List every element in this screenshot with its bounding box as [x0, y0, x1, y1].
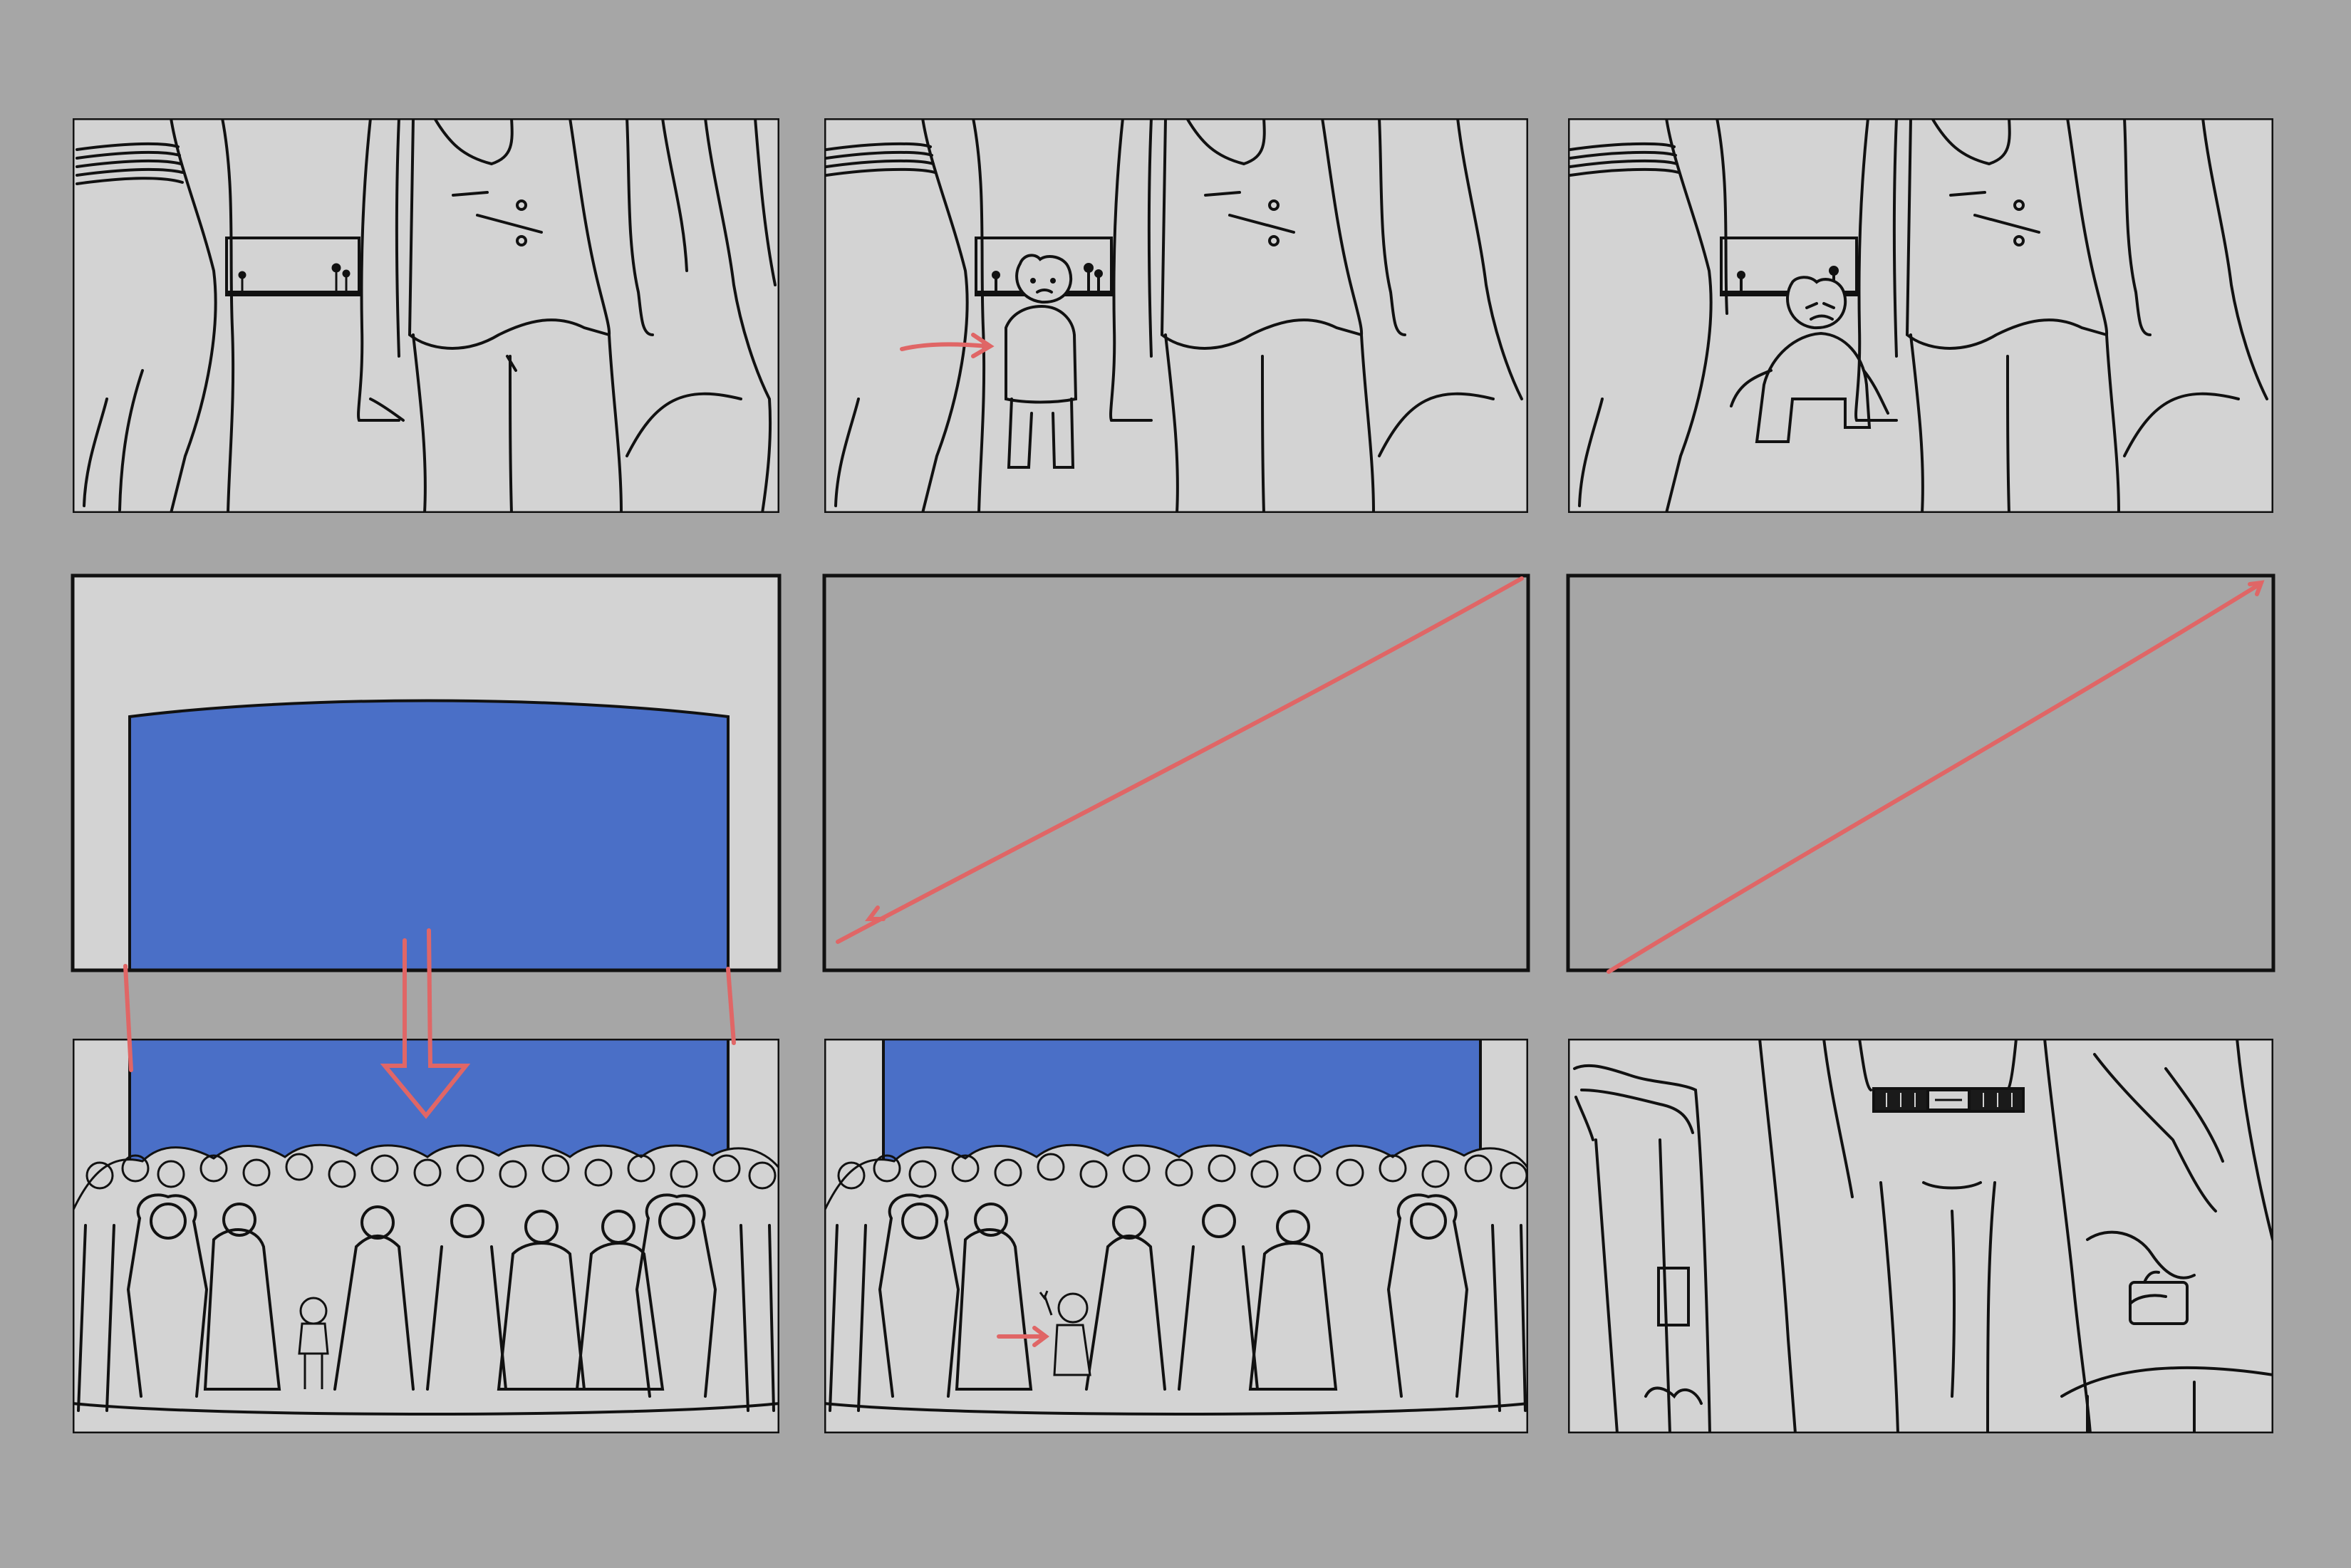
panel-8 [824, 1039, 1528, 1433]
panel-5 [822, 573, 1530, 972]
belt-icon [1872, 1087, 2025, 1113]
panel-1 [73, 118, 779, 513]
storyboard-canvas [71, 118, 2275, 1433]
storyboard-sheet [0, 0, 2351, 1568]
blue-backdrop [882, 1039, 1482, 1168]
panel-6 [1566, 573, 2275, 974]
panel-4 [71, 573, 782, 972]
panel-2 [824, 118, 1528, 513]
panel-3 [1568, 118, 2273, 513]
drop-line-right [726, 967, 736, 1045]
panel-9 [1568, 1039, 2273, 1433]
panel-7 [73, 1039, 779, 1433]
